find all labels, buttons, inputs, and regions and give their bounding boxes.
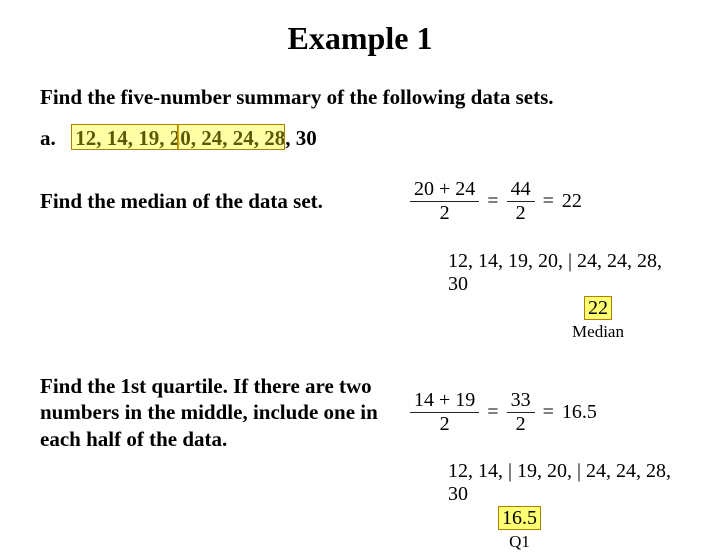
step-q1-text: Find the 1st quartile. If there are two … bbox=[40, 373, 410, 452]
q1-listing-data: 12, 14, | 19, 20, | 24, 24, 28, 30 bbox=[448, 460, 680, 506]
fraction-3: 14 + 19 2 bbox=[410, 390, 479, 435]
dataset-text: 12, 14, 19, 20, 24, 24, 28, 30 bbox=[75, 126, 317, 150]
median-listing-data: 12, 14, 19, 20, | 24, 24, 28, 30 bbox=[448, 250, 680, 296]
slide: Example 1 Find the five-number summary o… bbox=[0, 0, 720, 540]
fraction-1-num: 20 + 24 bbox=[410, 179, 479, 202]
fraction-1: 20 + 24 2 bbox=[410, 179, 479, 224]
equals-icon: = bbox=[487, 401, 498, 424]
fraction-2: 44 2 bbox=[507, 179, 535, 224]
fraction-4-den: 2 bbox=[507, 413, 535, 435]
equals-icon: = bbox=[543, 401, 554, 424]
step-median-row: Find the median of the data set. 20 + 24… bbox=[40, 179, 680, 224]
median-result: 22 bbox=[562, 190, 582, 213]
q1-label: Q1 bbox=[498, 532, 541, 552]
median-value-highlight: 22 bbox=[584, 296, 612, 320]
q1-listing: 12, 14, | 19, 20, | 24, 24, 28, 30 16.5 … bbox=[448, 460, 680, 553]
step-q1-row: Find the 1st quartile. If there are two … bbox=[40, 373, 680, 452]
fraction-2-num: 44 bbox=[507, 179, 535, 202]
median-label: Median bbox=[572, 322, 624, 342]
equals-icon: = bbox=[543, 190, 554, 213]
fraction-3-num: 14 + 19 bbox=[410, 390, 479, 413]
fraction-2-den: 2 bbox=[507, 202, 535, 224]
equals-icon: = bbox=[487, 190, 498, 213]
page-title: Example 1 bbox=[40, 20, 680, 57]
part-a-row: a. 12, 14, 19, 20, 24, 24, 28, 30 bbox=[40, 124, 680, 153]
part-data: 12, 14, 19, 20, 24, 24, 28, 30 bbox=[71, 124, 321, 153]
prompt-text: Find the five-number summary of the foll… bbox=[40, 85, 680, 110]
q1-value-highlight: 16.5 bbox=[498, 506, 541, 530]
step-median-text: Find the median of the data set. bbox=[40, 188, 410, 214]
fraction-3-den: 2 bbox=[410, 413, 479, 435]
step-median-math: 20 + 24 2 = 44 2 = 22 bbox=[410, 179, 710, 224]
step-q1-math: 14 + 19 2 = 33 2 = 16.5 bbox=[410, 390, 710, 435]
fraction-1-den: 2 bbox=[410, 202, 479, 224]
median-listing: 12, 14, 19, 20, | 24, 24, 28, 30 22 Medi… bbox=[448, 250, 680, 343]
q1-result: 16.5 bbox=[562, 401, 597, 424]
fraction-4: 33 2 bbox=[507, 390, 535, 435]
part-label: a. bbox=[40, 126, 66, 151]
fraction-4-num: 33 bbox=[507, 390, 535, 413]
